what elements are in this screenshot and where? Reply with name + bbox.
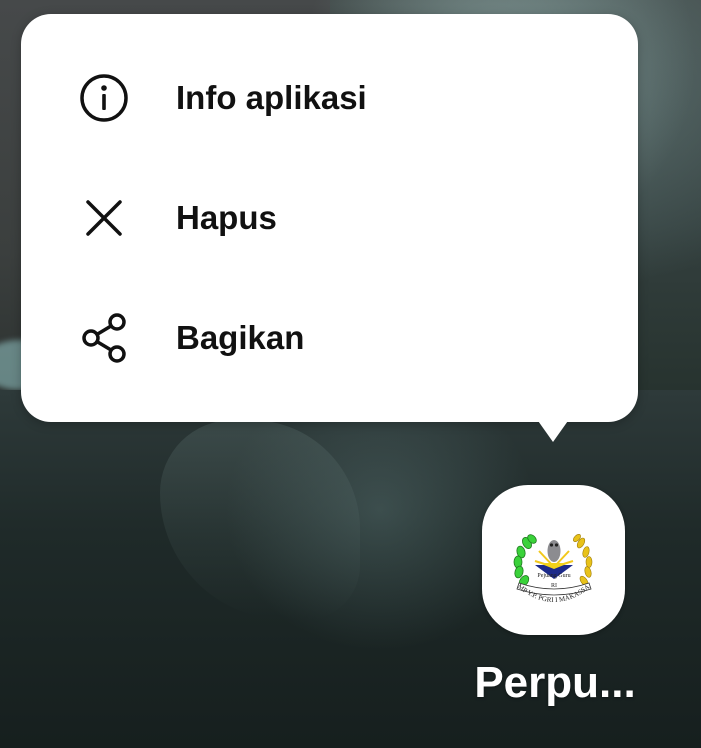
menu-item-share[interactable]: Bagikan [21,278,638,398]
app-icon-perpustakaan[interactable]: Pejuang Guru RI SMP Y.P. PGRI I MAKASSAR [482,485,625,635]
close-icon [77,191,131,245]
info-icon [77,71,131,125]
app-label[interactable]: Perpu... [430,658,680,708]
logo-banner-text: Pejuang Guru [537,573,570,579]
menu-item-app-info[interactable]: Info aplikasi [21,38,638,158]
app-context-menu: Info aplikasi Hapus Bagikan [21,14,638,422]
logo-country-text: RI [551,583,557,589]
menu-item-label: Bagikan [176,319,305,356]
share-icon [77,311,131,365]
menu-item-remove[interactable]: Hapus [21,158,638,278]
school-logo-icon: Pejuang Guru RI SMP Y.P. PGRI I MAKASSAR [499,505,592,604]
menu-pointer-arrow [536,418,570,442]
menu-item-label: Hapus [176,199,277,236]
menu-item-label: Info aplikasi [176,79,367,116]
